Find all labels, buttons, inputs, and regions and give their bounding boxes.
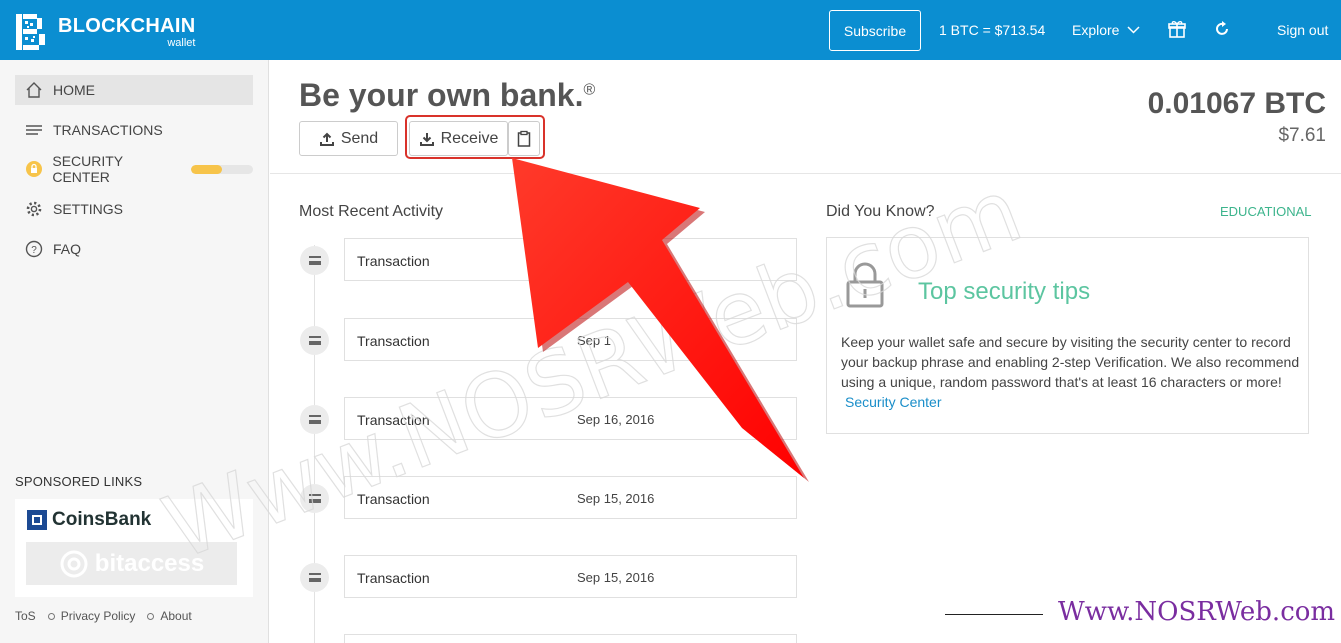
gift-icon[interactable] [1167,19,1187,39]
transaction-type: Transaction [357,412,430,428]
lock-icon [846,262,884,308]
sidebar-item-label: SETTINGS [53,201,124,217]
transaction-date: Sep 16, 2016 [577,412,655,427]
sidebar-item-security-center[interactable]: SECURITY CENTER [15,153,254,185]
tip-text: Keep your wallet safe and secure by visi… [841,334,1300,390]
sidebar-item-home[interactable]: HOME [15,75,253,105]
btc-price: 1 BTC = $713.54 [939,22,1046,38]
sponsor-box: CoinsBank bitaccess [15,499,253,597]
sidebar-item-transactions[interactable]: TRANSACTIONS [15,115,253,145]
home-icon [24,80,44,100]
about-link[interactable]: About [160,609,191,623]
transaction-icon [300,405,329,434]
security-progress-bar [191,164,254,174]
brand-watermark-text: Www.NOSRWeb.com [1058,597,1336,627]
sidebar-item-label: SECURITY CENTER [52,153,123,185]
tip-body: Keep your wallet safe and secure by visi… [841,332,1301,412]
coinsbank-logo-icon [27,510,47,530]
transaction-type: Transaction [357,570,430,586]
registered-mark: ® [583,81,596,99]
transaction-type: Transaction [357,491,430,507]
bitaccess-label: bitaccess [94,549,205,577]
privacy-policy-link[interactable]: Privacy Policy [61,609,136,623]
blockchain-b-icon [14,12,48,52]
blockchain-logo[interactable]: BLOCKCHAIN wallet [14,12,195,52]
transaction-row[interactable]: Transaction [344,238,797,281]
bitaccess-link[interactable]: bitaccess [26,542,237,585]
transaction-date: Sep 15, 2016 [577,570,655,585]
sidebar-item-faq[interactable]: ? FAQ [15,234,253,264]
separator-dot [47,612,55,620]
educational-tag: EDUCATIONAL [1220,204,1312,219]
transaction-row[interactable]: Transaction Sep 15, 2016 [344,476,797,519]
security-center-link[interactable]: Security Center [845,392,1301,412]
transaction-date: Sep 1 [577,333,611,348]
send-label: Send [340,129,379,147]
sidebar-item-settings[interactable]: SETTINGS [15,194,253,224]
tip-title: Top security tips [918,278,1091,305]
transaction-row[interactable]: Transaction Sep 1 [344,318,797,361]
balance-usd: $7.61 [1278,125,1326,146]
balance-btc: 0.01067 BTC [1147,87,1326,120]
transaction-row[interactable]: Transaction Sep 15, 2016 [344,555,797,598]
headline-text: Be your own bank. [299,77,584,113]
question-icon: ? [24,239,44,259]
separator-dot [147,612,155,620]
coinsbank-label: CoinsBank [52,509,152,530]
explore-label: Explore [1072,22,1120,38]
transaction-icon [300,326,329,355]
sidebar: HOME TRANSACTIONS SECURITY CENTER SETTIN… [0,60,269,643]
security-tip-card: Top security tips Keep your wallet safe … [826,237,1309,434]
transaction-date: Sep 15, 2016 [577,491,655,506]
transaction-icon [300,246,329,275]
transaction-icon [300,484,329,513]
transaction-type: Transaction [357,253,430,269]
top-bar: BLOCKCHAIN wallet Subscribe 1 BTC = $713… [0,0,1341,60]
did-you-know-title: Did You Know? [826,203,935,220]
brand-underline [945,614,1043,615]
logo-title: BLOCKCHAIN [58,14,196,37]
gear-icon [24,199,44,219]
explore-menu[interactable]: Explore [1072,22,1140,38]
sidebar-item-label: FAQ [53,241,82,257]
transaction-icon [300,563,329,592]
activity-title: Most Recent Activity [299,203,444,220]
transaction-row[interactable] [344,634,797,643]
logo-subtitle: wallet [167,36,196,49]
upload-icon [319,132,334,146]
refresh-icon[interactable] [1212,19,1232,39]
send-button[interactable]: Send [299,121,398,156]
sponsored-links-title: SPONSORED LINKS [15,474,143,489]
tos-link[interactable]: ToS [15,609,36,623]
bitaccess-logo-icon [60,550,88,577]
page-title: Be your own bank.® [299,77,595,114]
coinsbank-link[interactable]: CoinsBank [27,509,151,531]
receive-highlight-box [405,115,545,159]
list-icon [24,120,44,140]
chevron-down-icon [1127,26,1140,34]
lock-badge-icon [24,159,43,179]
transaction-type: Transaction [357,333,430,349]
footer-links: ToS Privacy Policy About [15,609,192,623]
svg-text:?: ? [31,245,37,256]
transaction-row[interactable]: Transaction Sep 16, 2016 [344,397,797,440]
sidebar-item-label: TRANSACTIONS [53,122,163,138]
subscribe-button[interactable]: Subscribe [829,10,921,51]
main-header: Be your own bank.® Send Receive 0.01067 … [270,60,1341,174]
sign-out-link[interactable]: Sign out [1277,22,1328,38]
sidebar-item-label: HOME [53,82,95,98]
